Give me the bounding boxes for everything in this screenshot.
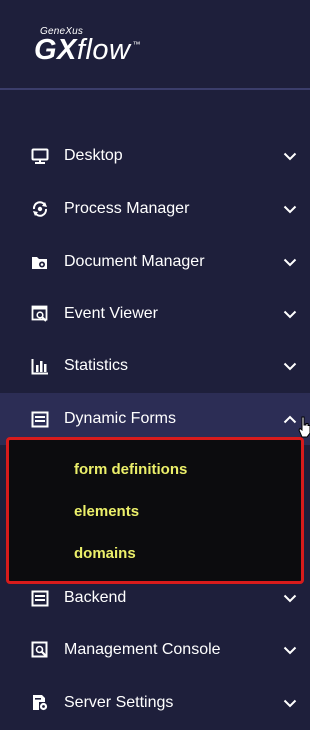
folder-gear-icon [30,252,50,272]
sidebar-item-process-manager[interactable]: Process Manager [0,183,310,235]
sidebar: GeneXus GXflow ™ Desktop Process Manager … [0,0,310,730]
sidebar-item-label: Event Viewer [64,305,158,322]
sidebar-item-label: Management Console [64,641,221,658]
sidebar-item-label: Statistics [64,357,129,374]
chevron-down-icon[interactable] [281,589,299,607]
submenu-item-form-definitions[interactable]: form definitions [74,461,187,478]
chevron-down-icon[interactable] [281,357,299,375]
hand-cursor-icon [298,416,310,438]
logo-trademark: ™ [132,40,141,49]
bar-chart-icon [30,356,50,376]
chevron-down-icon[interactable] [281,694,299,712]
logo-gx: GX [34,34,77,66]
sidebar-item-label: Dynamic Forms [64,410,177,427]
sidebar-item-server-settings[interactable]: Server Settings [0,677,310,729]
monitor-icon [30,146,50,166]
sidebar-item-label: Server Settings [64,694,174,711]
form-icon [30,588,50,608]
page-edge [315,0,320,730]
logo-divider [0,88,310,90]
submenu-item-elements[interactable]: elements [74,503,139,520]
sidebar-item-statistics[interactable]: Statistics [0,340,310,392]
form-icon [30,409,50,429]
sidebar-item-backend[interactable]: Backend [0,572,310,624]
logo[interactable]: GeneXus GXflow ™ [0,0,310,88]
chevron-down-icon[interactable] [281,147,299,165]
sidebar-item-label: Document Manager [64,253,205,270]
logo-flow: flow [76,34,131,66]
chevron-down-icon[interactable] [281,200,299,218]
chevron-up-icon[interactable] [281,410,299,428]
sidebar-item-management-console[interactable]: Management Console [0,624,310,676]
logo-gxflow-text: GXflow ™ [34,34,141,67]
chevron-down-icon[interactable] [281,305,299,323]
sidebar-item-document-manager[interactable]: Document Manager [0,236,310,288]
console-search-icon [30,640,50,660]
sidebar-item-label: Backend [64,589,127,606]
chevron-down-icon[interactable] [281,641,299,659]
window-search-icon [30,304,50,324]
dynamic-forms-submenu: form definitions elements domains [6,437,304,584]
sidebar-item-event-viewer[interactable]: Event Viewer [0,288,310,340]
sidebar-item-label: Process Manager [64,200,190,217]
chevron-down-icon[interactable] [281,253,299,271]
document-settings-icon [30,693,50,713]
sidebar-item-desktop[interactable]: Desktop [0,130,310,182]
process-cycle-icon [30,199,50,219]
sidebar-item-label: Desktop [64,147,123,164]
submenu-item-domains[interactable]: domains [74,545,136,562]
